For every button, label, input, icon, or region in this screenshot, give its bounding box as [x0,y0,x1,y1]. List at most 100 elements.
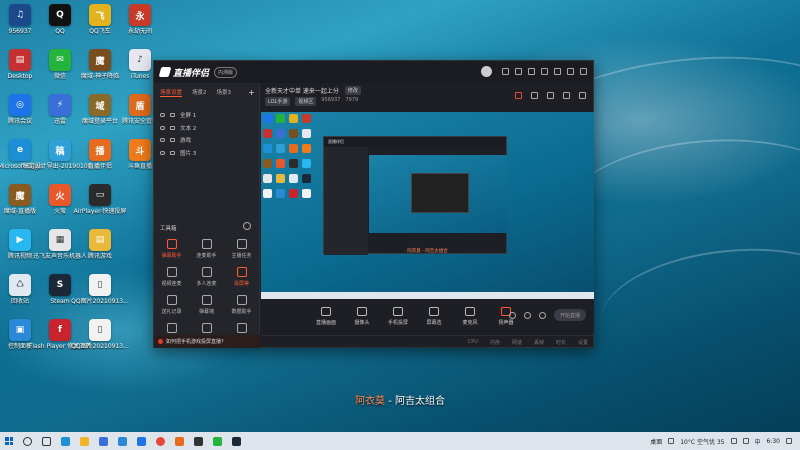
toolbox-item[interactable]: 弹幕助手 [154,239,189,259]
preview-icon [302,189,311,198]
desktop-icon[interactable]: 稿稿定设计导出-20190108... [23,139,97,170]
notification-icon[interactable] [563,92,570,99]
settings-icon[interactable] [539,311,546,319]
notification-center-icon[interactable] [786,438,792,444]
toolbox-item[interactable]: 数据助手 [224,295,259,315]
tray-arrow-icon[interactable] [668,438,675,444]
layout-icon[interactable] [524,311,531,319]
lock-icon[interactable] [170,125,175,130]
start-live-button[interactable]: 开始直播 [554,309,586,321]
source-item[interactable]: 全屏 1 [154,109,259,122]
desktop-icon[interactable]: ▭ AirPlayer-快速投屏 [74,184,126,215]
toolbox-item[interactable]: 投屏等 [224,267,259,287]
live-companion-window[interactable]: 直播伴侣 内测版 场景设置 场景2 场景3 + 全屏 1 文本 2 游戏 图片 … [153,60,594,348]
source-item[interactable]: 图片 3 [154,147,259,160]
eye-icon[interactable] [160,125,165,130]
desktop-icon-label: iTunes [130,73,150,80]
control-button[interactable]: 屏幕选 [421,306,447,326]
category-tag[interactable]: LOL手游 [265,97,291,106]
lock-icon[interactable] [531,92,538,99]
eye-icon[interactable] [160,150,165,155]
tencent-meeting-taskbar-icon[interactable] [137,436,146,446]
eye-icon[interactable] [160,138,165,143]
toolbox-item[interactable]: 主播任务 [224,239,259,259]
tip-notice[interactable]: 如何把手机游戏投屏直播? [154,335,260,348]
desktop-icon[interactable]: 飞 QQ飞车 [82,4,118,35]
desktop-icon[interactable]: 播直播伴侣 [82,139,118,170]
toolbox-item[interactable]: 多人连麦 [189,267,224,287]
app-taskbar-icon[interactable] [232,436,241,446]
search-icon[interactable] [23,436,32,446]
lock-icon[interactable] [170,138,175,143]
start-button[interactable] [5,437,13,445]
desktop-icon[interactable]: ▦ 迅飞友声音乐机器人 [33,229,87,260]
skin-icon[interactable] [528,68,535,75]
desktop-icon[interactable]: ⚡ 迅雷 [42,94,78,125]
control-button[interactable]: 直播画面 [313,306,339,326]
tab-scene-2[interactable]: 场景2 [192,88,207,97]
desktop-icon[interactable]: 永永劫无间 [122,4,158,35]
lock-icon[interactable] [170,113,175,118]
status-item[interactable]: 设置 [578,339,588,346]
app-taskbar-icon[interactable] [175,436,184,446]
tab-scene-1[interactable]: 场景设置 [160,88,183,97]
desktop-icon[interactable]: ▯ QQ图片20210913... [71,274,129,305]
eye-icon[interactable] [160,113,165,118]
toolbox-item[interactable]: 送礼记录 [154,295,189,315]
preview-icon [289,189,298,198]
volume-icon[interactable] [742,438,749,444]
avatar[interactable] [481,66,492,77]
zone-tag[interactable]: 视频区 [295,97,317,106]
desktop-icon[interactable]: ◎ 腾讯会议 [2,94,38,125]
desktop-label[interactable]: 桌面 [650,437,662,446]
desktop-icon[interactable]: ▯ QQ图片20210913... [71,319,129,350]
record-icon[interactable] [547,92,554,99]
input-language[interactable]: 中 [755,437,761,446]
chrome-taskbar-icon[interactable] [156,436,165,446]
explorer-taskbar-icon[interactable] [80,436,89,446]
stream-preview[interactable]: 直播伴侣 阿衣莫 - 阿吉太组合 [261,112,594,299]
gift-icon[interactable] [515,92,522,99]
control-button[interactable]: 摄像头 [349,306,375,326]
edge-taskbar-icon[interactable] [61,436,70,446]
mail-taskbar-icon[interactable] [118,436,127,446]
desktop-icon[interactable]: ▤ 腾讯游戏 [82,229,118,260]
edit-title-button[interactable]: 修改 [344,86,361,95]
task-view-icon[interactable] [42,436,51,446]
weather-text[interactable]: 10°C 空气优 35 [680,437,724,446]
desktop-icon[interactable]: 火火萤 [42,184,78,215]
desktop-icon[interactable]: 魔魔域-神子降临 [81,49,119,80]
desktop-icon[interactable]: ♺ 回收站 [2,274,38,305]
share-icon[interactable] [579,92,586,99]
desktop-icon[interactable]: ▤ Desktop [2,49,38,80]
toolbox-settings-icon[interactable] [243,222,251,230]
maximize-icon[interactable] [567,68,574,75]
desktop-icon[interactable]: 域魔域登录平台 [82,94,118,125]
title-bar[interactable]: 直播伴侣 内测版 [154,61,593,83]
add-scene-icon[interactable]: + [248,88,255,97]
control-button[interactable]: 手机投屏 [385,306,411,326]
lock-icon[interactable] [170,150,175,155]
minimize-icon[interactable] [554,68,561,75]
tab-scene-3[interactable]: 场景3 [217,88,232,97]
toolbox-item[interactable]: 弹幕墙 [189,295,224,315]
desktop-icon[interactable]: Q QQ [42,4,78,35]
toolbox-item[interactable]: 视频连麦 [154,267,189,287]
network-icon[interactable] [730,438,737,444]
desktop-icon[interactable]: ✉ 微信 [42,49,78,80]
source-item[interactable]: 文本 2 [154,122,259,135]
clock[interactable]: 6:30 [767,438,780,445]
control-button[interactable]: 麦克风 [457,306,483,326]
toolbox-item[interactable]: 连麦助手 [189,239,224,259]
store-taskbar-icon[interactable] [99,436,108,446]
close-icon[interactable] [580,68,587,75]
app-taskbar-icon[interactable] [194,436,203,446]
desktop-icon[interactable]: ♫ 956937 [2,4,38,35]
message-icon[interactable] [515,68,522,75]
source-item[interactable]: 游戏 [154,134,259,147]
theme-icon[interactable] [502,68,509,75]
desktop-icon[interactable]: 魔魔域-直播版 [2,184,38,215]
camera-record-icon[interactable] [509,311,516,319]
app-taskbar-icon[interactable] [213,436,222,446]
menu-icon[interactable] [541,68,548,75]
